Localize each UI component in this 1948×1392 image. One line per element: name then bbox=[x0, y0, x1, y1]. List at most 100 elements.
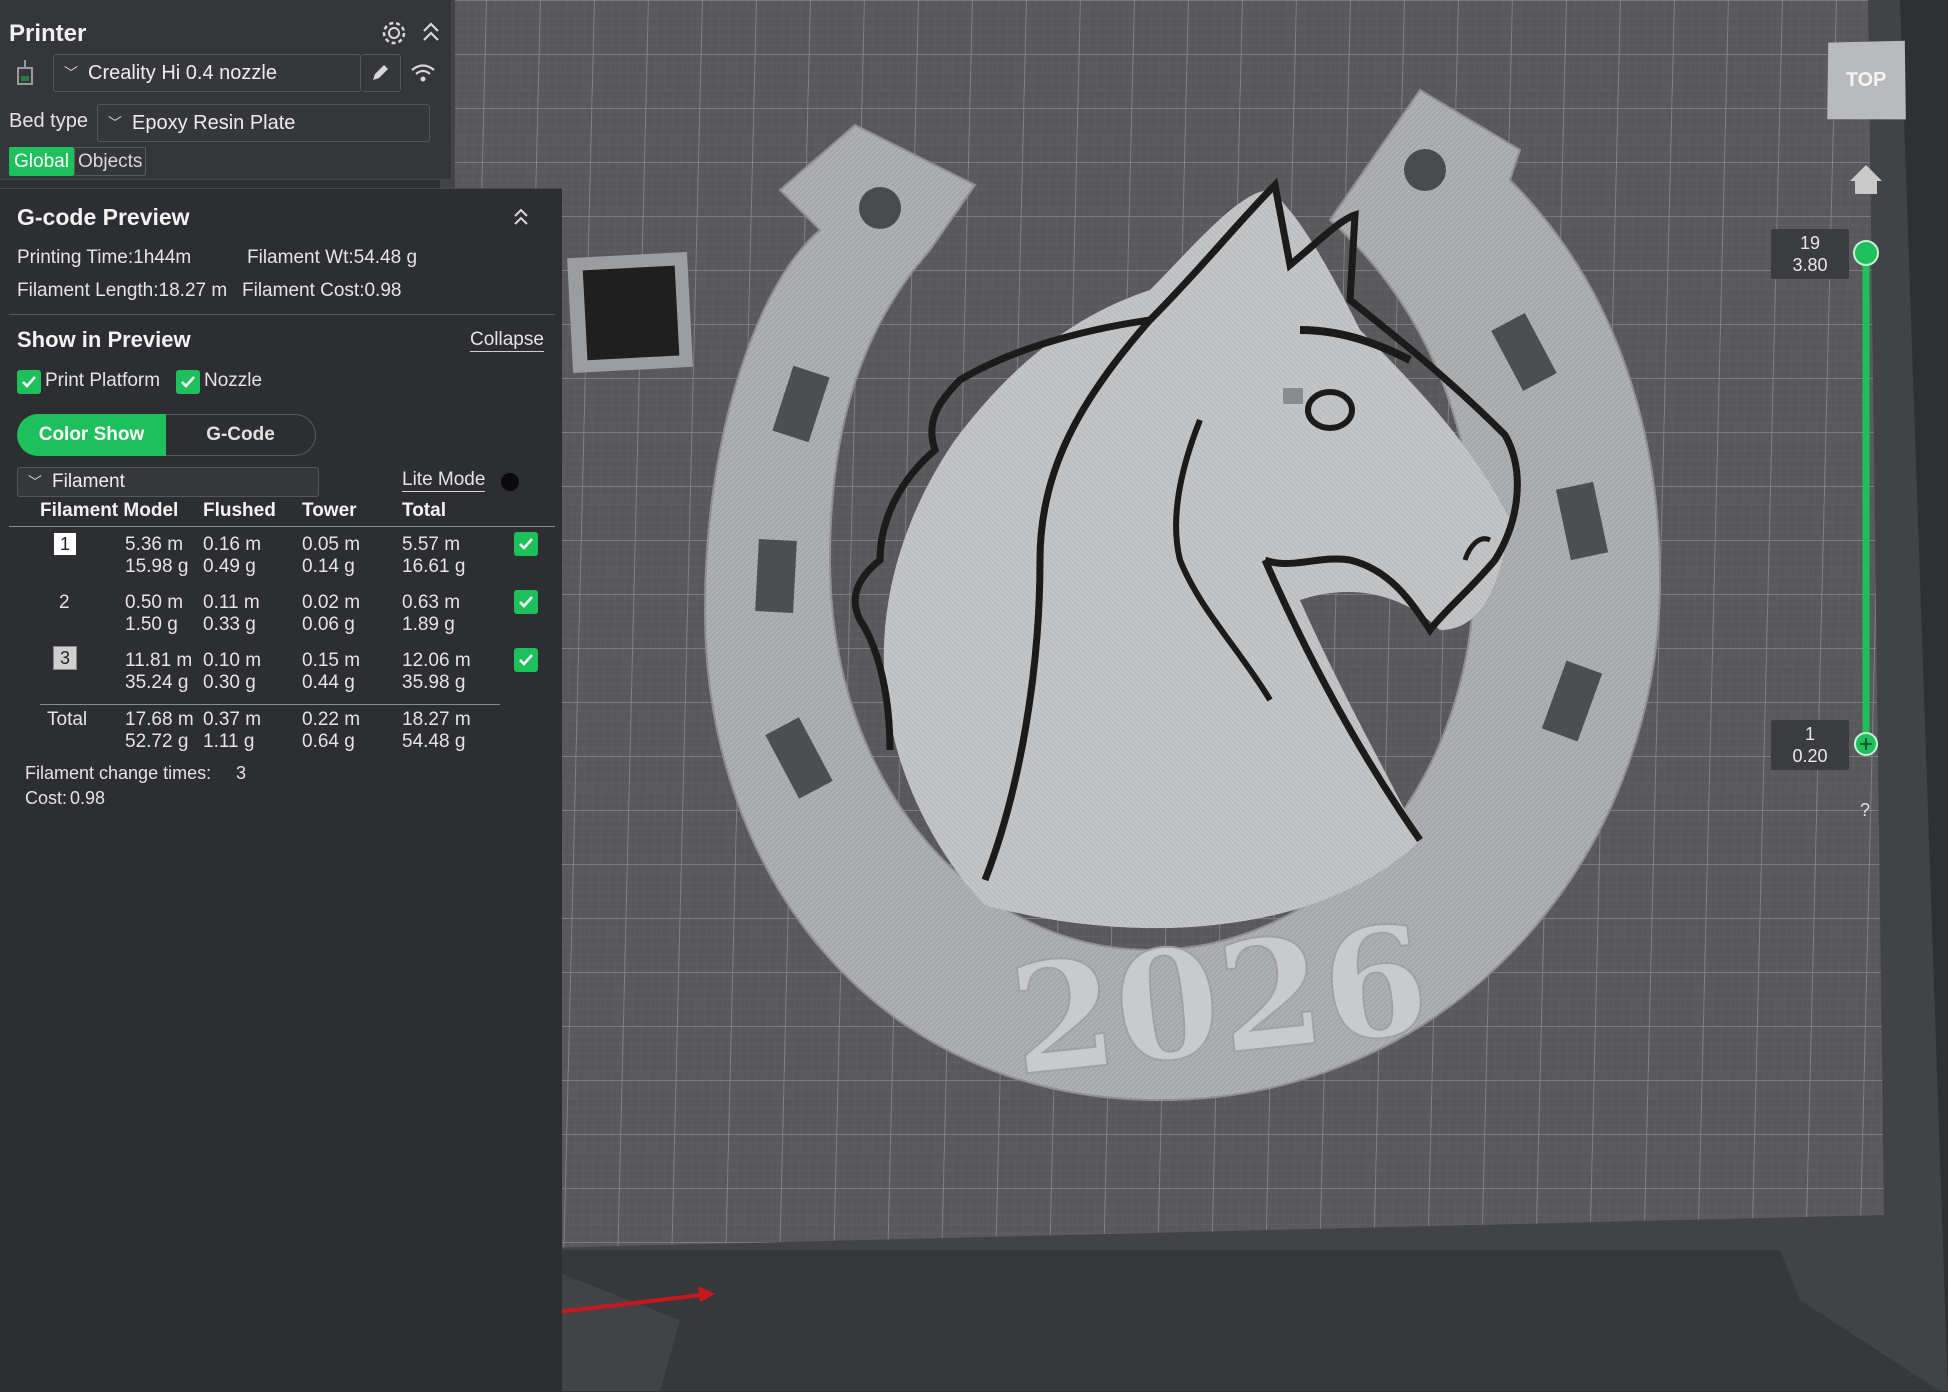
edit-printer-button[interactable] bbox=[361, 54, 401, 92]
filament-3-badge: 3 bbox=[53, 646, 77, 670]
check-icon bbox=[519, 538, 533, 550]
filament-cost: Filament Cost:0.98 bbox=[242, 280, 402, 301]
layer-bottom-height: 0.20 bbox=[1792, 746, 1828, 766]
color-show-button[interactable]: Color Show bbox=[17, 414, 166, 456]
check-icon bbox=[519, 596, 533, 608]
printing-time: Printing Time:1h44m bbox=[17, 247, 192, 268]
table-cell: 1.89 g bbox=[402, 614, 455, 635]
table-cell: 16.61 g bbox=[402, 556, 466, 577]
layer-bottom-label: 1 0.20 bbox=[1771, 720, 1849, 770]
gcode-preview-title: G-code Preview bbox=[17, 204, 190, 230]
divider bbox=[9, 314, 555, 315]
tab-objects[interactable]: Objects bbox=[74, 147, 147, 176]
printer-panel: Printer ﹀ Creality Hi 0.4 nozzle Bed typ… bbox=[0, 0, 452, 180]
edit-pencil-icon bbox=[373, 65, 388, 80]
lite-mode-toggle[interactable] bbox=[501, 473, 519, 491]
table-cell: 0.05 m bbox=[302, 534, 361, 555]
table-cell: 35.98 g bbox=[402, 672, 466, 693]
printer-select[interactable]: ﹀ Creality Hi 0.4 nozzle bbox=[53, 54, 361, 92]
view-cube-top[interactable]: TOP bbox=[1827, 40, 1906, 120]
collapse-link[interactable]: Collapse bbox=[470, 329, 544, 352]
printer-name: Creality Hi 0.4 nozzle bbox=[88, 61, 277, 84]
show-in-preview-title: Show in Preview bbox=[17, 327, 191, 352]
table-cell: 52.72 g bbox=[125, 731, 189, 752]
print-platform-label: Print Platform bbox=[45, 370, 161, 391]
wifi-icon[interactable] bbox=[409, 61, 437, 85]
chevron-down-icon: ﹀ bbox=[108, 115, 122, 131]
filament-1-checkbox[interactable] bbox=[514, 532, 538, 556]
table-cell: 1.50 g bbox=[125, 614, 178, 635]
table-cell: 0.22 m bbox=[302, 709, 361, 730]
table-cell: 0.64 g bbox=[302, 731, 355, 752]
gcode-preview-panel: G-code Preview Printing Time:1h44m Filam… bbox=[0, 188, 562, 1392]
nozzle-checkbox[interactable] bbox=[176, 370, 200, 394]
table-cell: 0.14 g bbox=[302, 556, 355, 577]
layer-slider-top-handle bbox=[1853, 240, 1879, 266]
filament-2-checkbox[interactable] bbox=[514, 590, 538, 614]
col-total: Total bbox=[402, 500, 446, 521]
printer-icon bbox=[17, 60, 33, 85]
table-cell: 17.68 m bbox=[125, 709, 194, 730]
tab-global[interactable]: Global bbox=[9, 147, 74, 176]
gcode-view-button[interactable]: G-Code bbox=[166, 414, 316, 456]
lite-mode-link[interactable]: Lite Mode bbox=[402, 469, 486, 492]
table-cell: 0.16 m bbox=[203, 534, 262, 555]
filament-weight: Filament Wt:54.48 g bbox=[247, 247, 418, 268]
layer-top-number: 19 bbox=[1799, 233, 1821, 253]
layer-top-height: 3.80 bbox=[1792, 255, 1828, 275]
total-divider bbox=[40, 704, 500, 705]
table-cell: 0.11 m bbox=[203, 592, 260, 613]
table-cell: 15.98 g bbox=[125, 556, 189, 577]
table-cell: 0.06 g bbox=[302, 614, 355, 635]
print-platform-checkbox[interactable] bbox=[17, 370, 41, 394]
check-icon bbox=[22, 376, 36, 388]
cost-value: 0.98 bbox=[70, 788, 106, 808]
filament-change-times-label: Filament change times: bbox=[25, 763, 212, 783]
wipe-tower bbox=[567, 251, 693, 374]
table-cell: 0.63 m bbox=[402, 592, 461, 613]
col-tower: Tower bbox=[302, 500, 357, 521]
col-filament-model: Filament Model bbox=[40, 500, 179, 521]
cost-label: Cost: bbox=[25, 788, 68, 808]
filament-dropdown[interactable]: ﹀ Filament bbox=[17, 467, 319, 497]
table-cell: 5.57 m bbox=[402, 534, 461, 555]
chevron-down-icon: ﹀ bbox=[28, 474, 42, 490]
bed-type-select[interactable]: ﹀ Epoxy Resin Plate bbox=[97, 104, 430, 142]
collapse-up-icon[interactable] bbox=[420, 19, 442, 45]
table-cell: 12.06 m bbox=[402, 650, 471, 671]
filament-2-label: 2 bbox=[59, 592, 70, 613]
help-button[interactable]: ? bbox=[1860, 800, 1870, 821]
table-cell: 18.27 m bbox=[402, 709, 471, 730]
collapse-up-icon[interactable] bbox=[512, 206, 530, 228]
filament-3-checkbox[interactable] bbox=[514, 648, 538, 672]
table-header-divider bbox=[9, 526, 555, 527]
table-cell: 0.44 g bbox=[302, 672, 355, 693]
table-cell: 0.02 m bbox=[302, 592, 361, 613]
table-cell: 0.49 g bbox=[203, 556, 256, 577]
chevron-down-icon: ﹀ bbox=[64, 65, 78, 81]
filament-change-times-value: 3 bbox=[236, 763, 247, 783]
nozzle-label: Nozzle bbox=[204, 370, 263, 391]
table-cell: 54.48 g bbox=[402, 731, 466, 752]
col-flushed: Flushed bbox=[203, 500, 276, 521]
bed-type-value: Epoxy Resin Plate bbox=[132, 111, 296, 134]
table-cell: 5.36 m bbox=[125, 534, 184, 555]
table-cell: 0.37 m bbox=[203, 709, 262, 730]
table-cell: 0.10 m bbox=[203, 650, 262, 671]
view-mode-switch: Color Show G-Code bbox=[17, 414, 316, 456]
layer-top-label: 19 3.80 bbox=[1771, 229, 1849, 279]
table-cell: 35.24 g bbox=[125, 672, 189, 693]
check-icon bbox=[519, 654, 533, 666]
filament-dropdown-value: Filament bbox=[52, 471, 125, 492]
layer-bottom-number: 1 bbox=[1804, 724, 1815, 744]
filament-1-badge: 1 bbox=[53, 532, 77, 556]
table-cell: 1.11 g bbox=[203, 731, 255, 752]
gear-icon[interactable] bbox=[380, 19, 408, 47]
table-cell: 0.33 g bbox=[203, 614, 256, 635]
table-cell: 0.50 m bbox=[125, 592, 184, 613]
bed-type-label: Bed type bbox=[9, 110, 88, 132]
printer-title: Printer bbox=[9, 20, 87, 47]
total-label: Total bbox=[47, 709, 88, 730]
table-cell: 11.81 m bbox=[125, 650, 193, 671]
check-icon bbox=[181, 376, 195, 388]
